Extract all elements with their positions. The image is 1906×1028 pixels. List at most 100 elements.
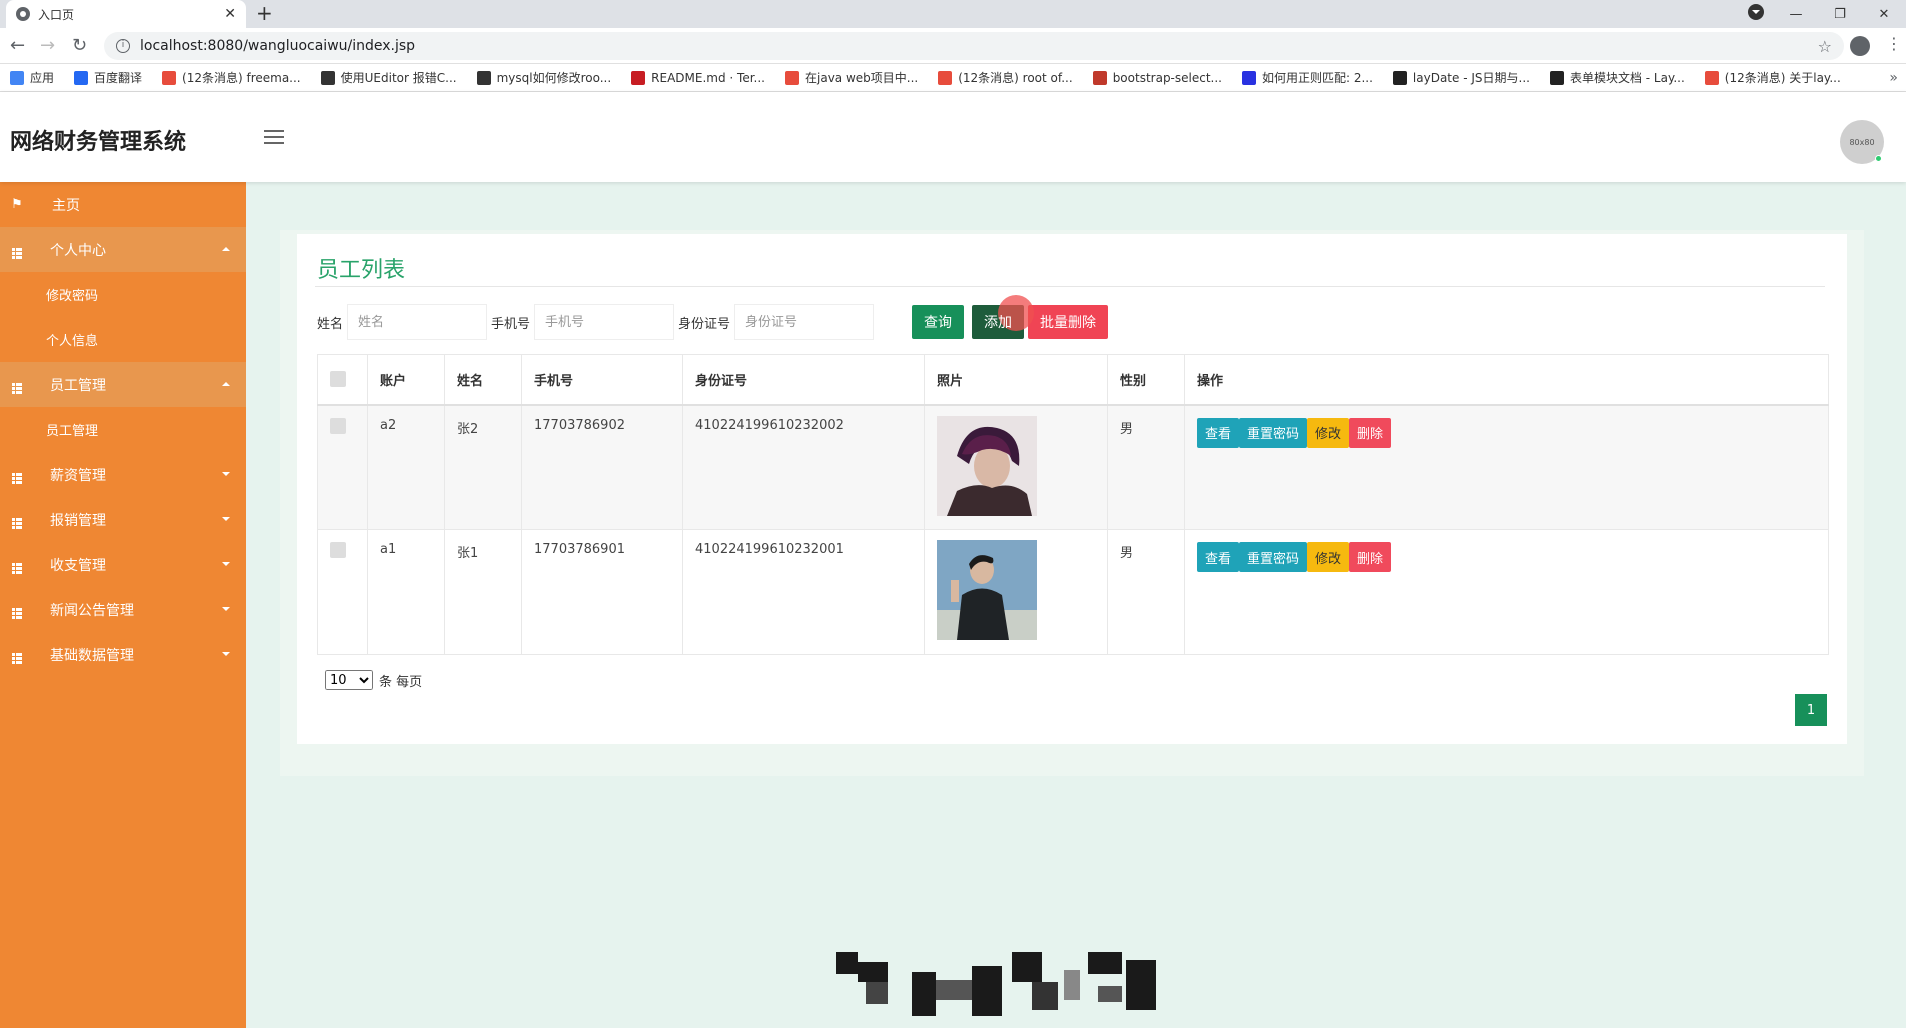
- id-number-search-input[interactable]: [734, 304, 875, 340]
- sidebar-subitem[interactable]: 修改密码: [0, 272, 246, 317]
- sidebar: ⚑ 主页 个人中心 修改密码 个人信息 员工管理 员工管理 薪资管理 报销管理 收支管理 新闻公告管…: [0, 182, 246, 1028]
- view-button[interactable]: 查看: [1197, 417, 1240, 448]
- bookmark-item[interactable]: 在java web项目中...: [785, 69, 918, 86]
- sidebar-item[interactable]: 新闻公告管理: [0, 587, 246, 632]
- name-cell: 张2: [444, 404, 522, 530]
- browser-menu-icon[interactable]: ⋮: [1886, 34, 1902, 53]
- divider: [315, 286, 1825, 287]
- bookmark-label: (12条消息) root of...: [958, 71, 1073, 85]
- window-close-button[interactable]: ✕: [1862, 0, 1906, 28]
- forward-icon[interactable]: →: [40, 36, 55, 56]
- browser-tab[interactable]: 入口页 ✕: [6, 0, 246, 28]
- bookmark-label: README.md · Ter...: [651, 70, 765, 85]
- column-header: 账户: [367, 354, 445, 406]
- sidebar-subitem[interactable]: 员工管理: [0, 407, 246, 452]
- bookmark-item[interactable]: (12条消息) 关于lay...: [1704, 69, 1841, 86]
- bookmark-item[interactable]: mysql如何修改roo...: [476, 69, 611, 86]
- name-search-input[interactable]: [347, 304, 488, 340]
- add-button-label: 添加: [984, 315, 1013, 331]
- bookmark-label: (12条消息) 关于lay...: [1724, 71, 1841, 85]
- restore-button[interactable]: ❐: [1818, 0, 1862, 28]
- sidebar-item-label: 薪资管理: [50, 467, 106, 484]
- phone-search-input[interactable]: [534, 304, 675, 340]
- bookmark-item[interactable]: 使用UEditor 报错C...: [320, 69, 457, 86]
- account-cell: a2: [367, 404, 445, 530]
- query-button[interactable]: 查询: [912, 305, 965, 339]
- employee-table: 账户 姓名 手机号 身份证号 照片 性别 操作 a2 张2 17703786902 4…: [317, 354, 1829, 655]
- sidebar-item[interactable]: ⚑ 主页: [0, 182, 246, 227]
- bookmark-item[interactable]: 百度翻译: [74, 69, 142, 86]
- row-checkbox[interactable]: [330, 542, 346, 558]
- sidebar-item[interactable]: 报销管理: [0, 497, 246, 542]
- ueditor-icon: [320, 70, 335, 85]
- add-button[interactable]: 添加: [972, 295, 1035, 339]
- tab-close-icon[interactable]: ✕: [224, 6, 236, 22]
- chevron-down-icon: [222, 562, 230, 570]
- batch-delete-button[interactable]: 批量删除: [1028, 305, 1109, 339]
- table-row: a1 张1 17703786901 410224199610232001 男查看 重置密码…: [317, 529, 1829, 655]
- sidebar-item[interactable]: 基础数据管理: [0, 632, 246, 677]
- sidebar-item-label: 收支管理: [50, 557, 106, 574]
- bookmark-item[interactable]: (12条消息) root of...: [938, 69, 1073, 86]
- name-cell: 张1: [444, 529, 522, 655]
- layui-icon: [1392, 70, 1407, 85]
- bookmark-label: 使用UEditor 报错C...: [340, 71, 457, 85]
- edit-button[interactable]: 修改: [1307, 417, 1350, 448]
- actions-cell: 查看 重置密码 修改 删除: [1184, 404, 1829, 530]
- bookmark-icon: [1092, 70, 1107, 85]
- id-number-label: 身份证号: [678, 316, 731, 332]
- chevron-down-icon: [222, 517, 230, 525]
- bookmarks-bar: 应用 百度翻译 (12条消息) freema... 使用UEditor 报错C... m…: [0, 64, 1906, 92]
- new-tab-button[interactable]: +: [256, 2, 273, 24]
- select-all-checkbox[interactable]: [330, 371, 346, 388]
- bookmark-item[interactable]: 如何用正则匹配: 2...: [1241, 69, 1373, 86]
- account-icon[interactable]: [1850, 36, 1870, 56]
- column-header: 姓名: [444, 354, 522, 406]
- page-size-select[interactable]: 10: [325, 670, 373, 690]
- bookmark-item[interactable]: layDate - JS日期与...: [1392, 69, 1530, 86]
- bookmark-item[interactable]: 应用: [10, 69, 54, 86]
- bookmark-star-icon[interactable]: ☆: [1818, 37, 1832, 56]
- page-size-control: 10 条 每页: [325, 670, 422, 690]
- chevron-down-icon: [222, 652, 230, 660]
- chevron-down-icon: [222, 607, 230, 615]
- grid-icon: [10, 555, 24, 574]
- edit-button[interactable]: 修改: [1307, 542, 1350, 572]
- sidebar-subitem[interactable]: 个人信息: [0, 317, 246, 362]
- site-info-icon[interactable]: i: [116, 39, 130, 53]
- address-bar: ← → ↻ i localhost:8080/wangluocaiwu/inde…: [0, 28, 1906, 64]
- sidebar-item[interactable]: 员工管理: [0, 362, 246, 407]
- sidebar-item[interactable]: 薪资管理: [0, 452, 246, 497]
- csdn-icon: [938, 70, 953, 85]
- delete-button[interactable]: 删除: [1349, 417, 1392, 448]
- bookmark-item[interactable]: bootstrap-select...: [1092, 70, 1222, 85]
- bookmark-item[interactable]: README.md · Ter...: [631, 70, 765, 85]
- minimize-button[interactable]: —: [1774, 0, 1818, 28]
- back-icon[interactable]: ←: [10, 36, 25, 56]
- tab-search-icon[interactable]: [1748, 4, 1764, 20]
- id-number-cell: 410224199610232002: [682, 404, 925, 530]
- row-checkbox[interactable]: [330, 417, 346, 434]
- reset-password-button[interactable]: 重置密码: [1239, 542, 1308, 572]
- sidebar-item-label: 基础数据管理: [50, 647, 134, 664]
- sidebar-item[interactable]: 收支管理: [0, 542, 246, 587]
- bookmark-label: 如何用正则匹配: 2...: [1261, 71, 1373, 85]
- bookmarks-overflow-icon[interactable]: »: [1889, 64, 1898, 92]
- avatar[interactable]: 80x80: [1840, 120, 1884, 164]
- sidebar-item[interactable]: 个人中心: [0, 227, 246, 272]
- view-button[interactable]: 查看: [1197, 542, 1240, 572]
- bookmark-label: bootstrap-select...: [1112, 70, 1222, 85]
- reload-icon[interactable]: ↻: [72, 36, 87, 56]
- page-1-button[interactable]: 1: [1795, 694, 1827, 726]
- delete-button[interactable]: 删除: [1349, 542, 1392, 572]
- bookmark-item[interactable]: (12条消息) freema...: [162, 69, 301, 86]
- menu-toggle-icon[interactable]: [264, 130, 284, 146]
- reset-password-button[interactable]: 重置密码: [1239, 417, 1308, 448]
- sidebar-item-label: 主页: [52, 197, 80, 214]
- browser-tab-bar: 入口页 ✕ + — ❐ ✕: [0, 0, 1906, 28]
- actions-cell: 查看 重置密码 修改 删除: [1184, 529, 1829, 655]
- url-input[interactable]: i localhost:8080/wangluocaiwu/index.jsp …: [104, 32, 1844, 60]
- name-label: 姓名: [317, 316, 344, 332]
- bookmark-item[interactable]: 表单模块文档 - Lay...: [1549, 69, 1685, 86]
- column-header: 身份证号: [682, 354, 925, 406]
